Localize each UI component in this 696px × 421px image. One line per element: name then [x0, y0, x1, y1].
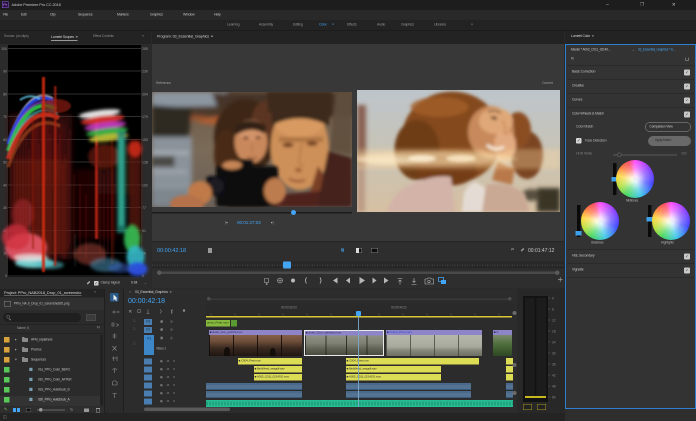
svg-text:30: 30 [3, 206, 7, 210]
svg-text:153: 153 [142, 138, 148, 142]
svg-text:42: 42 [552, 374, 556, 378]
svg-text:24: 24 [552, 341, 556, 345]
svg-text:77: 77 [142, 206, 146, 210]
svg-text:18: 18 [552, 330, 556, 334]
svg-text:30: 30 [552, 352, 556, 356]
svg-text:60: 60 [3, 138, 7, 142]
svg-text:255: 255 [142, 47, 148, 51]
svg-text:50: 50 [3, 161, 7, 165]
svg-text:102: 102 [142, 184, 148, 188]
svg-text:48: 48 [552, 385, 556, 389]
svg-text:80: 80 [3, 93, 7, 97]
svg-text:51: 51 [142, 229, 146, 233]
svg-text:70: 70 [3, 115, 7, 119]
svg-text:100: 100 [1, 47, 7, 51]
svg-text:179: 179 [142, 115, 148, 119]
svg-text:12: 12 [552, 319, 556, 323]
svg-text:230: 230 [142, 70, 148, 74]
svg-text:90: 90 [3, 70, 7, 74]
svg-text:6: 6 [552, 308, 554, 312]
svg-text:54: 54 [552, 396, 556, 400]
svg-text:40: 40 [3, 184, 7, 188]
svg-text:36: 36 [552, 363, 556, 367]
svg-text:0: 0 [552, 297, 554, 301]
svg-text:204: 204 [142, 93, 148, 97]
svg-text:128: 128 [142, 161, 148, 165]
